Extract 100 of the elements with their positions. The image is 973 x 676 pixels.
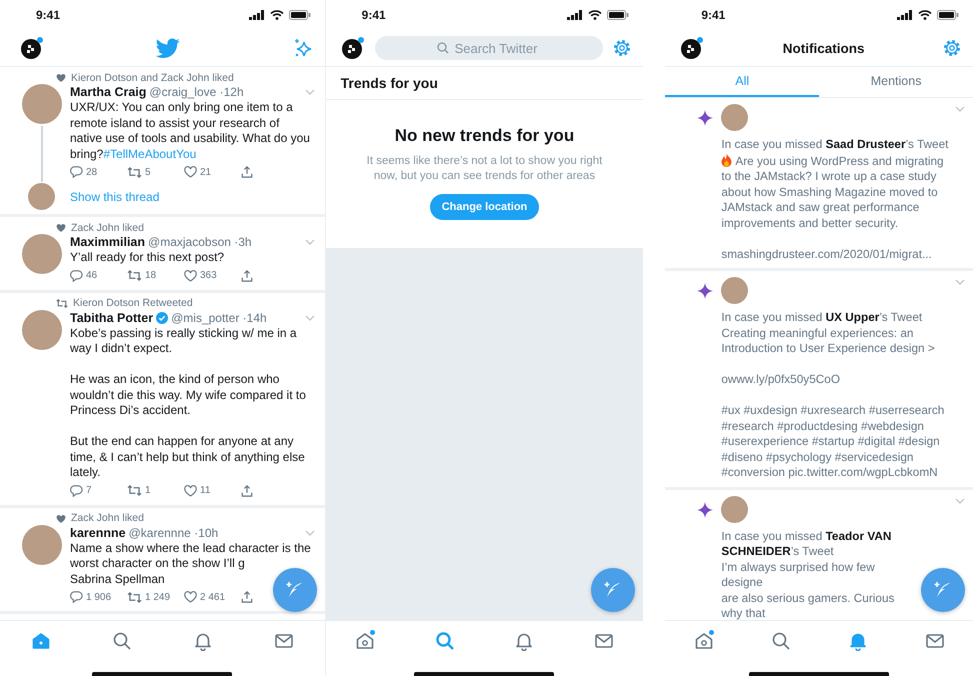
retweet-button[interactable]: 1 249 (127, 592, 184, 602)
share-icon (241, 484, 253, 496)
share-icon (241, 166, 253, 178)
house-icon (30, 631, 51, 651)
search-icon (770, 631, 791, 651)
avatar-placeholder (22, 84, 62, 124)
retweet-button[interactable]: 5 (127, 166, 184, 178)
avatar-placeholder (28, 183, 55, 210)
heart-icon (184, 484, 197, 496)
reply-icon (70, 484, 83, 496)
signal-icon (897, 10, 913, 20)
avatar-placeholder (721, 496, 748, 522)
like-button[interactable]: 21 (184, 166, 241, 178)
tweet-text: Are you using WordPress and migrating to the JAMstack? I wrote up a case study about how Smashing Magazine moved to JAMstack and saw great performance improvements and better security. smashingdrusteer.com/2020/01/migrat... (721, 154, 944, 260)
house-icon (355, 631, 376, 651)
search-icon (112, 631, 132, 651)
avatar-placeholder (22, 310, 62, 350)
sparkle-button[interactable] (292, 38, 313, 58)
search-field[interactable]: Search Twitter (374, 36, 604, 60)
settings-button[interactable] (613, 39, 632, 57)
envelope-icon (924, 631, 945, 651)
battery-icon (937, 10, 959, 20)
chevron-down-icon[interactable] (955, 279, 965, 285)
heart-icon (184, 270, 197, 282)
like-button[interactable]: 363 (184, 270, 241, 282)
tweet-context: Kieron Dotson Retweeted (73, 297, 193, 309)
reply-icon (70, 270, 83, 282)
settings-button[interactable] (943, 39, 961, 57)
author-name: karennne (70, 526, 126, 540)
chevron-down-icon[interactable] (304, 89, 315, 95)
share-icon (241, 591, 253, 603)
section-title: Trends for you (326, 67, 644, 100)
tweet-context: Zack John liked (71, 222, 144, 234)
profile-avatar-button[interactable] (680, 36, 704, 60)
profile-avatar-button[interactable] (20, 36, 44, 60)
share-icon (241, 270, 253, 282)
heart-icon (56, 73, 66, 82)
notification-heading: In case you missed Saad Drusteer’s Tweet (721, 137, 950, 152)
compose-tweet-button[interactable] (921, 568, 965, 612)
tweet-text: Y’all ready for this next post? (70, 250, 226, 266)
like-button[interactable]: 11 (184, 484, 241, 496)
envelope-icon (274, 631, 294, 651)
notification-heading: In case you missed UX Upper’s Tweet (721, 310, 924, 326)
bell-icon (514, 631, 534, 651)
retweet-button[interactable]: 18 (127, 270, 184, 281)
sparkle-icon (697, 502, 714, 518)
heart-icon (56, 514, 66, 522)
tweet-text: Kobe’s passing is really sticking w/ me in a way I didn’t expect. He was an icon, the kind of person who wouldn’t die this way. My wife compared it to Princess Di’s accident. But the end can happen for anyone at any time, & I can’t help but think of anything else lately. (70, 326, 307, 480)
avatar-placeholder (22, 524, 62, 564)
heart-icon (184, 166, 197, 178)
battery-icon (607, 10, 630, 20)
settings-icon (613, 39, 632, 57)
notifications-tab[interactable]: Mentions (819, 67, 973, 97)
avatar-placeholder (721, 277, 748, 304)
author-name: Maximmilian (70, 235, 146, 249)
status-time: 9:41 (362, 8, 386, 22)
wifi-icon (918, 10, 932, 20)
retweet-icon (127, 592, 142, 602)
like-button[interactable]: 2 461 (184, 591, 241, 603)
heart-icon (56, 223, 66, 232)
reply-button[interactable]: 1 906 (70, 591, 127, 603)
tweet-text: Name a show where the lead character is the worst character on the show I’ll g Sabrina Spellman (70, 540, 312, 587)
sparkle-icon (292, 38, 313, 58)
author-handle: @craig_love ·12h (149, 85, 244, 99)
reply-button[interactable]: 28 (70, 166, 127, 178)
battery-icon (288, 10, 311, 20)
tweet-context: Kieron Dotson and Zack John liked (71, 72, 234, 84)
author-name: Tabitha Potter (70, 310, 154, 324)
heart-icon (184, 591, 197, 603)
sparkle-icon (697, 110, 714, 126)
show-thread-link[interactable]: Show this thread (70, 190, 160, 204)
chevron-down-icon[interactable] (304, 239, 315, 245)
bird-logo-icon (156, 38, 180, 58)
chevron-down-icon[interactable] (955, 498, 965, 504)
retweet-button[interactable]: 1 (127, 485, 184, 496)
chevron-down-icon[interactable] (304, 314, 315, 320)
settings-icon (943, 39, 961, 57)
tweet-text: UXR/UX: You can only bring one item to a remote island to assist your research of native use of tools and usability. What do you bring?#TellMeAboutYou (70, 100, 311, 162)
profile-avatar-button[interactable] (340, 36, 365, 60)
reply-button[interactable]: 7 (70, 484, 127, 496)
wifi-icon (270, 10, 284, 20)
tweet-text: I’m always surprised how few designe are also serious gamers. Curious why that (721, 560, 894, 620)
status-time: 9:41 (701, 8, 726, 22)
thread-line (41, 126, 43, 182)
avatar-placeholder (721, 104, 748, 131)
chevron-down-icon[interactable] (304, 530, 315, 536)
avatar-placeholder (22, 234, 62, 274)
compose-tweet-button[interactable] (272, 568, 317, 612)
wifi-icon (588, 10, 602, 20)
notifications-tab[interactable]: All (665, 67, 820, 97)
author-handle: @karennne ·10h (128, 526, 218, 540)
author-handle: @maxjacobson ·3h (148, 235, 252, 249)
notification-heading: In case you missed Teador VAN SCHNEIDER’s Tweet (721, 528, 892, 560)
retweet-icon (127, 166, 142, 178)
empty-state-text: It seems like there’s not a lot to show you right now, but you can see trends for other areas (366, 154, 604, 184)
change-location-button[interactable]: Change location (430, 194, 540, 220)
reply-button[interactable]: 46 (70, 270, 127, 282)
hashtag-link[interactable]: #TellMeAboutYou (103, 146, 196, 160)
chevron-down-icon[interactable] (955, 106, 965, 112)
bell-icon (848, 631, 868, 651)
